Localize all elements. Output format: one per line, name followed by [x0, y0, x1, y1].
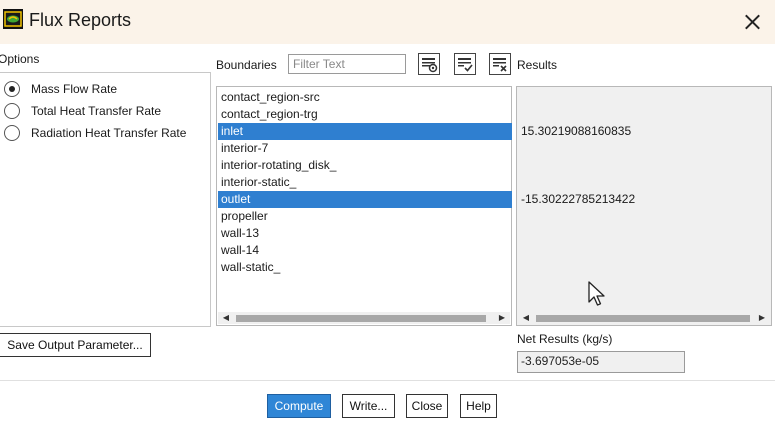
new-group-icon[interactable] [418, 53, 440, 75]
boundaries-label: Boundaries [216, 58, 277, 72]
scroll-left-icon[interactable]: ◀ [220, 312, 232, 324]
radio-button[interactable] [4, 125, 20, 141]
results-horizontal-scrollbar[interactable]: ◀ ▶ [518, 312, 770, 324]
write-button[interactable]: Write... [342, 394, 395, 418]
mouse-cursor-icon [588, 281, 605, 306]
close-button[interactable]: Close [406, 394, 448, 418]
option-label: Radiation Heat Transfer Rate [31, 126, 187, 140]
result-value: -15.30222785213422 [521, 192, 636, 206]
select-all-icon[interactable] [454, 53, 476, 75]
boundary-item[interactable]: wall-13 [218, 225, 512, 242]
boundary-item[interactable]: contact_region-trg [218, 106, 512, 123]
deselect-all-icon[interactable] [489, 53, 511, 75]
radio-button[interactable] [4, 103, 20, 119]
boundary-item[interactable]: wall-static_ [218, 259, 512, 276]
scrollbar-thumb[interactable] [236, 315, 486, 322]
boundary-item[interactable]: outlet [218, 191, 512, 208]
options-label: Options [0, 52, 40, 66]
option-row[interactable]: Radiation Heat Transfer Rate [4, 123, 186, 143]
results-panel: 15.30219088160835 -15.30222785213422 ◀ ▶ [516, 86, 772, 326]
net-results-field: -3.697053e-05 [517, 351, 685, 373]
boundary-item[interactable]: inlet [218, 123, 512, 140]
window-title: Flux Reports [29, 10, 132, 30]
boundary-item[interactable]: propeller [218, 208, 512, 225]
boundary-item[interactable]: wall-14 [218, 242, 512, 259]
filter-text-input[interactable] [288, 54, 406, 74]
option-row[interactable]: Mass Flow Rate [4, 79, 117, 99]
boundary-item[interactable]: interior-rotating_disk_ [218, 157, 512, 174]
close-icon[interactable] [738, 8, 766, 36]
boundary-item[interactable]: contact_region-src [218, 89, 512, 106]
net-results-label: Net Results (kg/s) [517, 332, 613, 346]
radio-button[interactable] [4, 81, 20, 97]
boundaries-horizontal-scrollbar[interactable]: ◀ ▶ [218, 312, 510, 324]
help-button[interactable]: Help [460, 394, 497, 418]
result-value: 15.30219088160835 [521, 124, 632, 138]
boundary-item[interactable]: interior-static_ [218, 174, 512, 191]
ansys-fluent-icon [3, 9, 23, 29]
boundaries-list[interactable]: contact_region-src contact_region-trg inle… [216, 86, 512, 326]
option-label: Mass Flow Rate [31, 82, 118, 96]
scrollbar-thumb[interactable] [536, 315, 750, 322]
scroll-right-icon[interactable]: ▶ [756, 312, 768, 324]
compute-button[interactable]: Compute [267, 394, 331, 418]
scroll-right-icon[interactable]: ▶ [496, 312, 508, 324]
save-output-parameter-button[interactable]: Save Output Parameter... [0, 333, 151, 357]
boundary-item[interactable]: interior-7 [218, 140, 512, 157]
option-row[interactable]: Total Heat Transfer Rate [4, 101, 161, 121]
scroll-left-icon[interactable]: ◀ [520, 312, 532, 324]
option-label: Total Heat Transfer Rate [31, 104, 162, 118]
results-label: Results [517, 58, 558, 72]
divider [0, 380, 775, 381]
